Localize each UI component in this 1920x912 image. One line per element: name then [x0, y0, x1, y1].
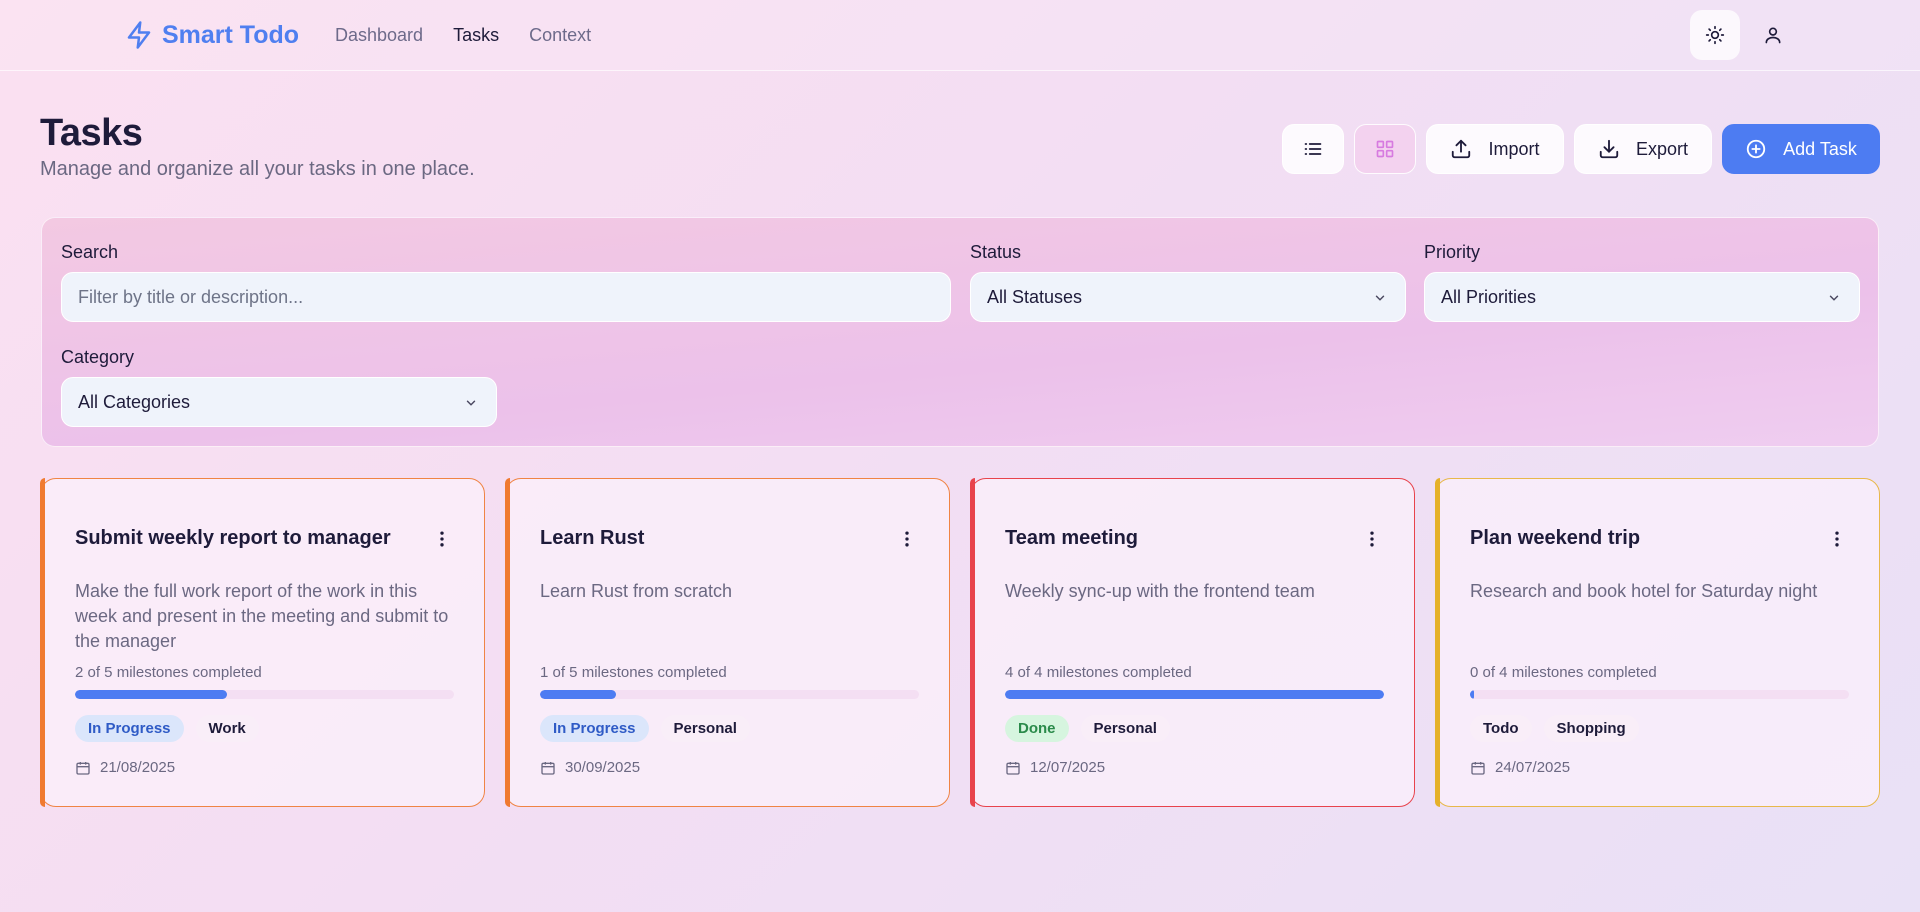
- status-select[interactable]: All Statuses: [970, 272, 1406, 322]
- grid-view-button[interactable]: [1354, 124, 1416, 174]
- more-vertical-icon[interactable]: [1827, 529, 1847, 549]
- lightning-icon: [127, 21, 151, 49]
- milestones-text: 1 of 5 milestones completed: [540, 664, 727, 681]
- user-icon: [1765, 27, 1781, 44]
- calendar-icon: [76, 761, 90, 775]
- top-navigation-bar: Smart Todo Dashboard Tasks Context: [0, 0, 1920, 71]
- calendar-icon: [1471, 761, 1485, 775]
- export-label: Export: [1635, 138, 1689, 159]
- category-badge: Personal: [1080, 715, 1170, 742]
- progress-bar: [1470, 690, 1849, 699]
- priority-label: Priority: [1424, 242, 1481, 262]
- more-vertical-icon[interactable]: [1362, 529, 1382, 549]
- task-card[interactable]: Learn Rust Learn Rust from scratch 1 of …: [505, 478, 950, 807]
- category-badge: Personal: [660, 715, 750, 742]
- due-date-text: 24/07/2025: [1495, 759, 1571, 776]
- category-select[interactable]: All Categories: [61, 377, 497, 427]
- chevron-down-icon: [466, 400, 476, 406]
- app-name: Smart Todo: [162, 20, 300, 49]
- task-description: Research and book hotel for Saturday nig…: [1470, 581, 1818, 601]
- category-badge: Shopping: [1543, 715, 1639, 742]
- import-button[interactable]: Import: [1426, 124, 1564, 174]
- task-card[interactable]: Team meeting Weekly sync-up with the fro…: [970, 478, 1415, 807]
- due-date-text: 21/08/2025: [100, 759, 176, 776]
- page-subtitle: Manage and organize all your tasks in on…: [40, 158, 475, 180]
- calendar-icon: [541, 761, 555, 775]
- category-badge: Work: [195, 715, 259, 742]
- progress-bar: [1005, 690, 1384, 699]
- task-description: Learn Rust from scratch: [540, 581, 733, 601]
- user-profile-button[interactable]: [1748, 10, 1798, 60]
- sun-icon: [1705, 25, 1725, 45]
- status-label: Status: [970, 242, 1022, 262]
- category-label: Category: [61, 347, 135, 367]
- task-title: Plan weekend trip: [1470, 527, 1641, 549]
- import-label: Import: [1488, 138, 1540, 159]
- milestones-text: 4 of 4 milestones completed: [1005, 664, 1192, 681]
- chevron-down-icon: [1375, 295, 1385, 301]
- progress-fill: [1470, 690, 1474, 699]
- list-icon: [1304, 143, 1322, 155]
- search-label: Search: [61, 242, 119, 262]
- status-badge: Done: [1005, 715, 1069, 742]
- more-vertical-icon[interactable]: [432, 529, 452, 549]
- progress-bar: [540, 690, 919, 699]
- task-tags: Done Personal: [1005, 715, 1170, 742]
- grid-icon: [1376, 140, 1394, 158]
- plus-circle-icon: [1746, 139, 1766, 159]
- nav-item-tasks[interactable]: Tasks: [453, 22, 499, 48]
- calendar-icon: [1006, 761, 1020, 775]
- category-select-value: All Categories: [78, 391, 191, 412]
- due-date: 24/07/2025: [1470, 759, 1570, 776]
- task-title: Learn Rust: [540, 527, 645, 549]
- add-task-button[interactable]: Add Task: [1722, 124, 1880, 174]
- task-description: Weekly sync-up with the frontend team: [1005, 581, 1315, 601]
- filters-panel: Search Filter by title or description...…: [41, 217, 1879, 447]
- add-task-label: Add Task: [1783, 138, 1857, 159]
- task-title: Team meeting: [1005, 527, 1138, 549]
- task-card[interactable]: Submit weekly report to manager Make the…: [40, 478, 485, 807]
- progress-bar: [75, 690, 454, 699]
- due-date: 21/08/2025: [75, 759, 175, 776]
- page-title: Tasks: [40, 112, 143, 154]
- upload-icon: [1452, 139, 1471, 159]
- due-date: 12/07/2025: [1005, 759, 1105, 776]
- nav-item-context[interactable]: Context: [529, 22, 591, 48]
- status-badge: In Progress: [540, 715, 649, 742]
- search-input[interactable]: Filter by title or description...: [61, 272, 951, 322]
- milestones-text: 0 of 4 milestones completed: [1470, 664, 1657, 681]
- due-date-text: 12/07/2025: [1030, 759, 1106, 776]
- status-badge: In Progress: [75, 715, 184, 742]
- brand-logo[interactable]: Smart Todo: [124, 18, 299, 52]
- list-view-button[interactable]: [1282, 124, 1344, 174]
- nav-item-dashboard[interactable]: Dashboard: [335, 22, 423, 48]
- task-tags: In Progress Personal: [540, 715, 750, 742]
- status-select-value: All Statuses: [987, 286, 1083, 307]
- progress-fill: [75, 690, 227, 699]
- task-tags: Todo Shopping: [1470, 715, 1639, 742]
- download-icon: [1599, 139, 1619, 159]
- task-title: Submit weekly report to manager: [75, 527, 391, 549]
- priority-select-value: All Priorities: [1441, 286, 1537, 307]
- progress-fill: [1005, 690, 1384, 699]
- priority-select[interactable]: All Priorities: [1424, 272, 1860, 322]
- status-badge: Todo: [1470, 715, 1532, 742]
- milestones-text: 2 of 5 milestones completed: [75, 664, 262, 681]
- more-vertical-icon[interactable]: [897, 529, 917, 549]
- task-toolbar: Import Export Add Task: [1282, 124, 1880, 174]
- task-description: Make the full work report of the work in…: [75, 581, 449, 651]
- chevron-down-icon: [1829, 295, 1839, 301]
- progress-fill: [540, 690, 616, 699]
- due-date-text: 30/09/2025: [565, 759, 641, 776]
- export-button[interactable]: Export: [1574, 124, 1712, 174]
- main-nav: Dashboard Tasks Context: [335, 22, 591, 48]
- task-card[interactable]: Plan weekend trip Research and book hote…: [1435, 478, 1880, 807]
- theme-toggle-button[interactable]: [1690, 10, 1740, 60]
- due-date: 30/09/2025: [540, 759, 640, 776]
- task-tags: In Progress Work: [75, 715, 259, 742]
